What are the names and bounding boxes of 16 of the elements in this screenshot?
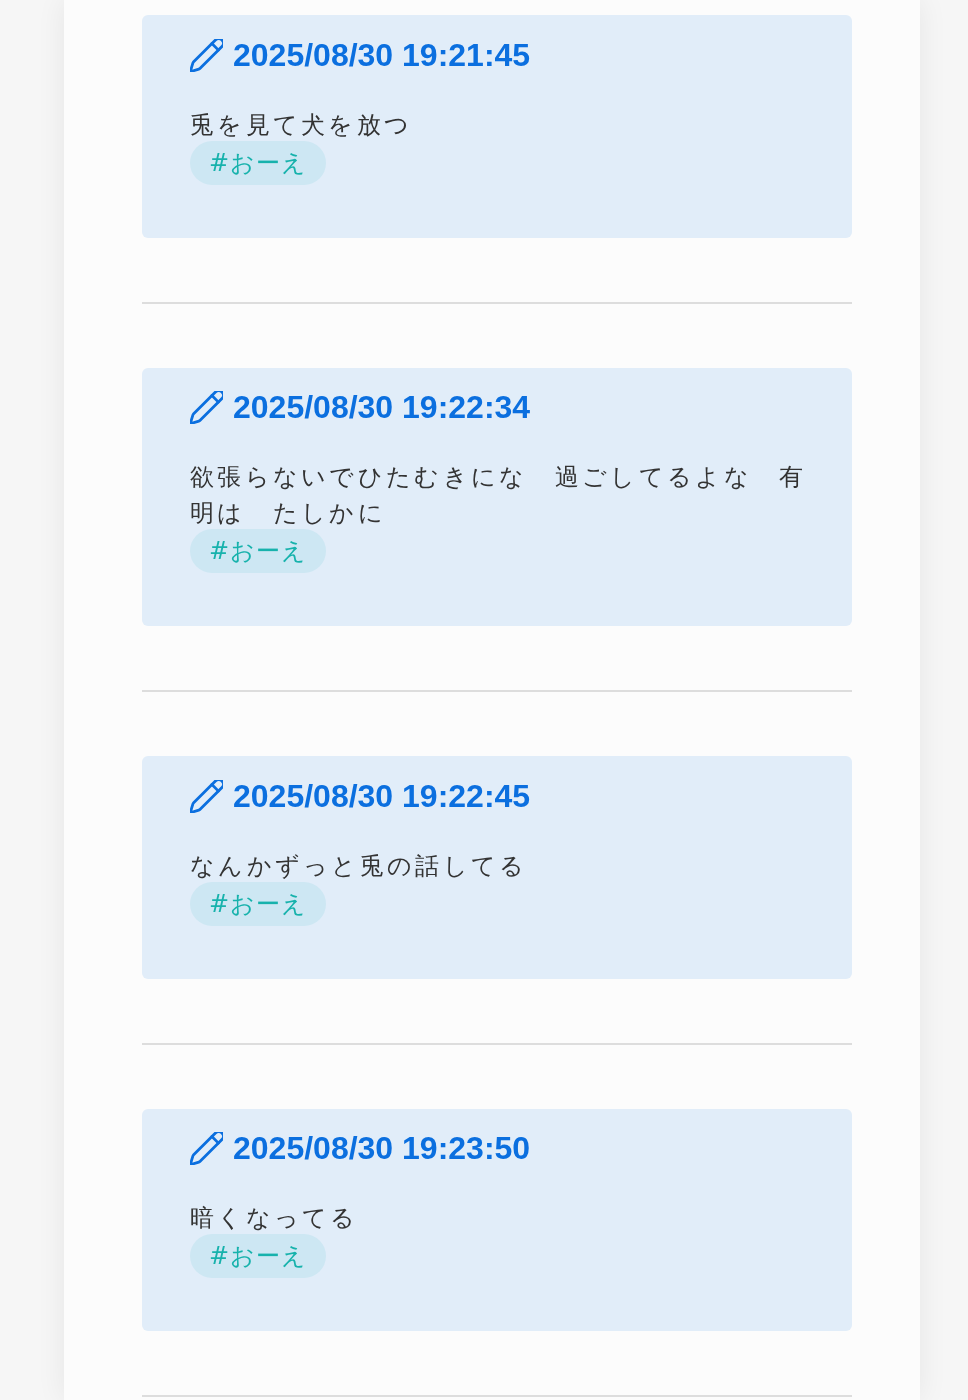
post-text: 暗くなってる (190, 1203, 360, 1234)
post-text: 欲張らないでひたむきにな 過ごしてるよな 有明は たしかに (190, 462, 808, 529)
pencil-icon (190, 1132, 223, 1165)
post-text: なんかずっと兎の話してる (190, 850, 529, 882)
hashtag-link[interactable]: #おーえ (190, 529, 327, 573)
timestamp-link[interactable]: 2025/08/30 19:22:34 (190, 389, 531, 426)
timestamp-link[interactable]: 2025/08/30 19:21:45 (190, 37, 531, 73)
hashtag-link[interactable]: #おーえ (190, 140, 327, 185)
hashtag-link[interactable]: #おーえ (190, 881, 327, 926)
pencil-icon (190, 391, 223, 424)
timestamp-link[interactable]: 2025/08/30 19:23:50 (190, 1130, 531, 1167)
pencil-icon (190, 38, 223, 72)
timestamp-link[interactable]: 2025/08/30 19:22:45 (190, 778, 531, 814)
pencil-icon (190, 779, 223, 813)
post-text: 兎を見て犬を放つ (190, 109, 414, 141)
hashtag-link[interactable]: #おーえ (190, 1234, 327, 1278)
